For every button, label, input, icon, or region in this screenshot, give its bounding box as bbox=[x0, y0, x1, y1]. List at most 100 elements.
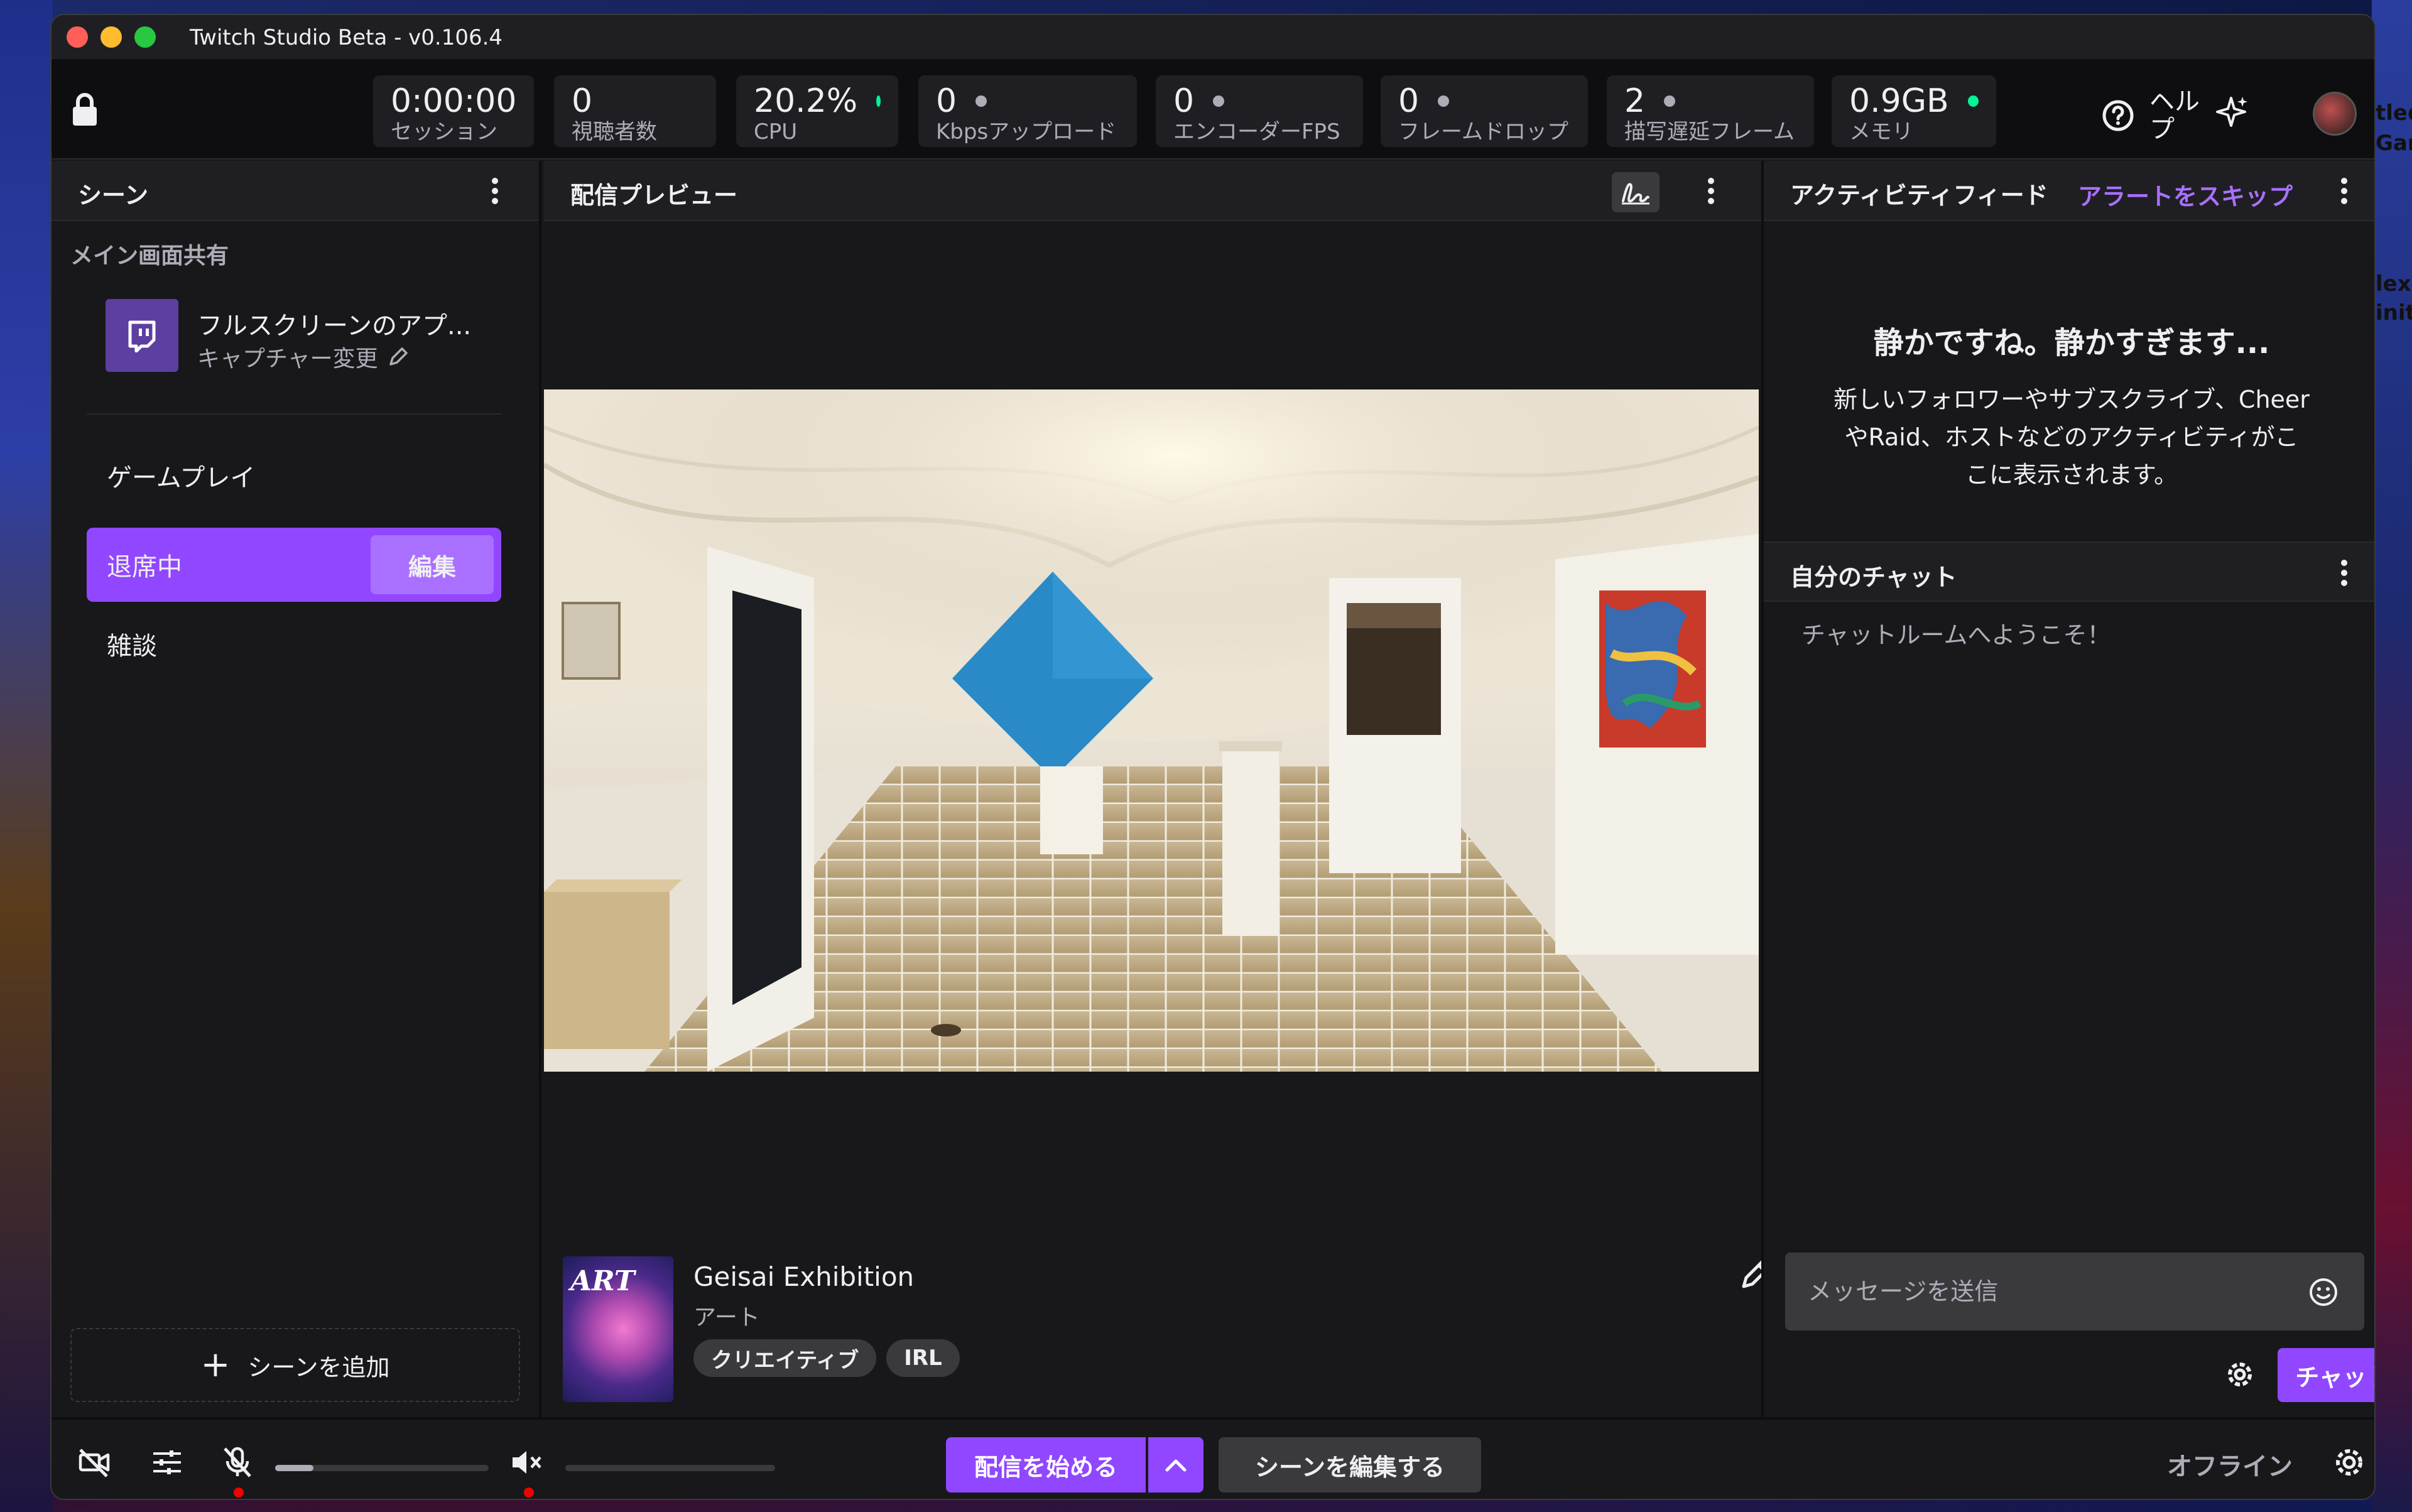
stat-value: 0 bbox=[1398, 82, 1420, 120]
desktop-audio-muted-indicator bbox=[524, 1488, 534, 1498]
stream-tags: クリエイティブ IRL bbox=[693, 1339, 970, 1377]
stat-label: エンコーダーFPS bbox=[1173, 119, 1340, 144]
add-scene-label: シーンを追加 bbox=[247, 1353, 390, 1381]
speaker-muted-icon[interactable] bbox=[509, 1445, 544, 1480]
app-window: Twitch Studio Beta - v0.106.4 0:00:00 セッ… bbox=[50, 14, 2376, 1500]
plus-icon: + bbox=[200, 1344, 231, 1385]
scenes-more-icon[interactable] bbox=[482, 172, 508, 210]
chat-welcome-message: チャットルームへようこそ！ bbox=[1801, 621, 2111, 649]
stat-value: 2 bbox=[1624, 82, 1646, 120]
source-name: フルスクリーンのアプ... bbox=[197, 312, 472, 340]
chat-more-icon[interactable] bbox=[2332, 554, 2357, 592]
change-capture-link[interactable]: キャプチャー変更 bbox=[197, 340, 410, 373]
zoom-window-button[interactable] bbox=[134, 26, 156, 48]
stat-label: 視聴者数 bbox=[572, 119, 657, 144]
scene-item-chatting[interactable]: 雑談 bbox=[87, 607, 501, 681]
help-label: ヘルプ bbox=[2149, 87, 2200, 144]
preview-header: 配信プレビュー bbox=[544, 161, 1761, 221]
chat-settings-gear-icon[interactable] bbox=[2222, 1357, 2257, 1392]
edit-scene-button[interactable]: 編集 bbox=[371, 535, 494, 594]
stream-preview-image[interactable] bbox=[544, 389, 1759, 1072]
mic-volume-slider[interactable] bbox=[275, 1465, 489, 1471]
change-capture-label: キャプチャー変更 bbox=[197, 346, 378, 372]
user-avatar[interactable] bbox=[2313, 92, 2357, 136]
stat-label: CPU bbox=[754, 119, 798, 144]
close-window-button[interactable] bbox=[67, 26, 88, 48]
stat-upload: 0 Kbpsアップロード bbox=[918, 75, 1137, 147]
divider bbox=[87, 413, 501, 415]
stat-cpu: 20.2% CPU bbox=[736, 75, 898, 147]
activity-title: アクティビティフィード bbox=[1790, 182, 2048, 209]
lock-icon[interactable] bbox=[70, 93, 99, 127]
stat-dropped-frames: 0 フレームドロップ bbox=[1381, 75, 1588, 147]
status-dot bbox=[1438, 95, 1450, 107]
preview-mode-icon[interactable] bbox=[1612, 172, 1660, 212]
audio-mixer-icon[interactable] bbox=[149, 1445, 185, 1480]
desktop-background-left bbox=[0, 0, 53, 1512]
emoji-icon[interactable] bbox=[2308, 1276, 2339, 1308]
help-icon bbox=[2102, 100, 2134, 131]
desktop-fragment-text: lexo bbox=[2376, 271, 2412, 296]
status-dot bbox=[1664, 95, 1676, 107]
stat-label: フレームドロップ bbox=[1398, 119, 1568, 144]
edit-scenes-button[interactable]: シーンを編集する bbox=[1219, 1437, 1481, 1493]
feed-empty-title: 静かですね。静かすぎます... bbox=[1873, 325, 2270, 361]
scene-section-label: メイン画面共有 bbox=[70, 243, 229, 269]
chat-message-input[interactable] bbox=[1785, 1253, 2364, 1330]
scenes-title: シーン bbox=[78, 182, 149, 209]
tag-creative[interactable]: クリエイティブ bbox=[693, 1339, 877, 1377]
add-scene-button[interactable]: + シーンを追加 bbox=[70, 1328, 520, 1402]
stat-viewers: 0 視聴者数 bbox=[554, 75, 716, 147]
activity-header: アクティビティフィード アラートをスキップ bbox=[1764, 161, 2374, 221]
start-stream-button[interactable]: 配信を始める bbox=[946, 1437, 1146, 1493]
start-stream-options-button[interactable] bbox=[1148, 1437, 1203, 1493]
desktop-fragment-text: Gan bbox=[2376, 131, 2412, 156]
stat-value: 0 bbox=[936, 82, 957, 120]
capture-source[interactable]: フルスクリーンのアプ... キャプチャー変更 bbox=[106, 299, 508, 374]
scene-item-away[interactable]: 退席中 編集 bbox=[87, 528, 501, 602]
title-bar: Twitch Studio Beta - v0.106.4 bbox=[52, 15, 2374, 59]
preview-panel: 配信プレビュー ART Geisai Exhibition アート クリエイティ… bbox=[544, 161, 1771, 1417]
desktop-fragment-text: tled bbox=[2376, 101, 2412, 126]
scene-item-gameplay[interactable]: ゲームプレイ bbox=[87, 438, 501, 513]
chevron-up-icon bbox=[1165, 1459, 1187, 1472]
camera-off-icon[interactable] bbox=[77, 1445, 112, 1480]
skip-alerts-button[interactable]: アラートをスキップ bbox=[2078, 177, 2293, 212]
scene-label: ゲームプレイ bbox=[107, 464, 256, 492]
chat-send-button[interactable]: チャット bbox=[2278, 1348, 2374, 1402]
stat-encoder-fps: 0 エンコーダーFPS bbox=[1156, 75, 1363, 147]
stream-thumbnail[interactable]: ART bbox=[563, 1256, 673, 1402]
stat-session: 0:00:00 セッション bbox=[373, 75, 534, 147]
stat-memory: 0.9GB メモリ bbox=[1832, 75, 1996, 147]
stat-render-lag: 2 描写遅延フレーム bbox=[1607, 75, 1814, 147]
stat-value: 0 bbox=[572, 82, 593, 120]
desktop-background-right bbox=[2372, 0, 2412, 1512]
preview-title: 配信プレビュー bbox=[570, 182, 738, 209]
status-dot bbox=[876, 95, 881, 107]
minimize-window-button[interactable] bbox=[100, 26, 122, 48]
stat-label: セッション bbox=[391, 119, 497, 144]
stat-value: 0.9GB bbox=[1849, 82, 1949, 120]
window-title: Twitch Studio Beta - v0.106.4 bbox=[190, 25, 503, 50]
desktop-audio-slider[interactable] bbox=[565, 1465, 775, 1471]
sparkle-icon[interactable] bbox=[2212, 93, 2250, 131]
mic-muted-icon[interactable] bbox=[220, 1445, 255, 1480]
activity-chat-panel: アクティビティフィード アラートをスキップ 静かですね。静かすぎます... 新し… bbox=[1761, 161, 2374, 1417]
tag-irl[interactable]: IRL bbox=[886, 1339, 960, 1377]
stat-value: 0:00:00 bbox=[391, 82, 517, 120]
preview-more-icon[interactable] bbox=[1698, 172, 1724, 210]
chat-header: 自分のチャット bbox=[1764, 541, 2374, 602]
help-button[interactable]: ヘルプ bbox=[2100, 88, 2219, 143]
stat-value: 0 bbox=[1173, 82, 1195, 120]
stream-category[interactable]: アート bbox=[693, 1299, 760, 1332]
scenes-header: シーン bbox=[52, 161, 539, 221]
stats-bar: 0:00:00 セッション 0 視聴者数 20.2% CPU 0 Kbpsアップ… bbox=[52, 59, 2374, 160]
thumbnail-text: ART bbox=[570, 1265, 635, 1297]
stat-label: メモリ bbox=[1849, 119, 1913, 144]
settings-gear-icon[interactable] bbox=[2332, 1445, 2367, 1480]
stat-label: 描写遅延フレーム bbox=[1624, 119, 1795, 144]
activity-more-icon[interactable] bbox=[2332, 172, 2357, 210]
scene-label: 退席中 bbox=[107, 553, 182, 582]
status-dot bbox=[975, 95, 987, 107]
mic-volume-level bbox=[275, 1465, 314, 1471]
